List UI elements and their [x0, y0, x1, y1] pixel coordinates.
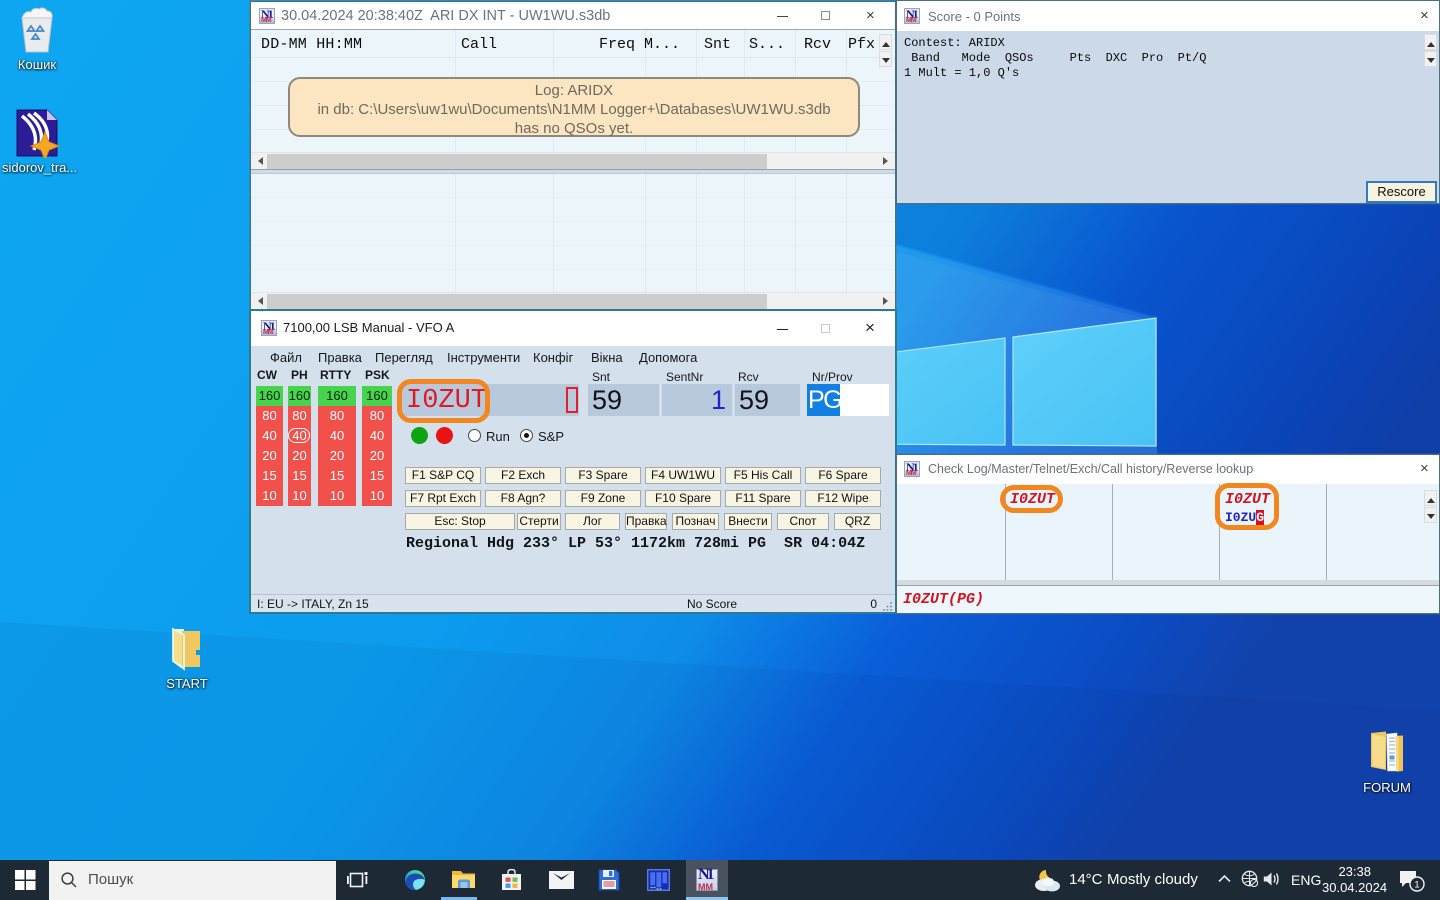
svg-text:1: 1: [1414, 880, 1419, 891]
